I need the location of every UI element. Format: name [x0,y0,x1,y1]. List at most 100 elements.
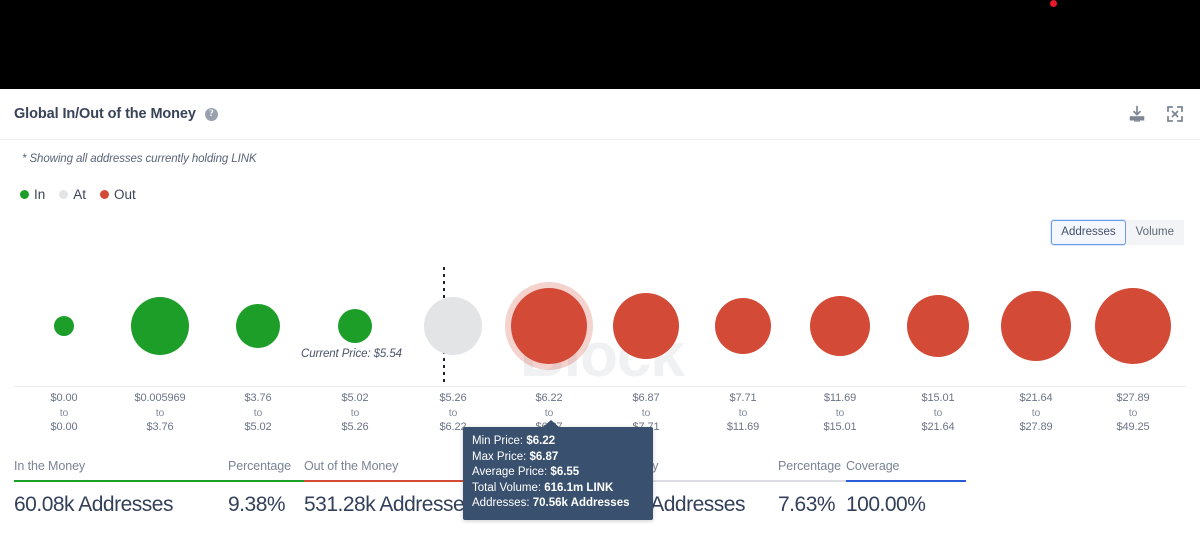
download-icon[interactable] [1128,105,1146,123]
x-label-to-word: to [59,406,69,419]
stat-label: In the Money [14,459,86,473]
current-price-line [443,267,445,385]
x-axis-label-10: $21.64 to $27.89 [981,391,1091,435]
x-label-from: $27.89 [1116,392,1150,404]
chart-note: * Showing all addresses currently holdin… [22,153,257,165]
x-label-to-word: to [1128,406,1138,419]
tooltip-row-min-price: Min Price: $6.22 [472,434,644,450]
legend-item-in[interactable]: In [20,187,45,202]
x-label-to: $3.76 [146,421,174,433]
stat-value: 60.08k Addresses [14,493,173,516]
x-label-to-word: to [253,406,263,419]
x-axis-label-3: $5.02 to $5.26 [300,391,410,435]
toggle-volume[interactable]: Volume [1125,220,1184,245]
stat-label: Percentage [228,459,291,473]
x-label-from: $21.64 [1019,392,1053,404]
toggle-addresses[interactable]: Addresses [1051,220,1126,245]
x-axis-line [14,386,1186,387]
legend-label-in: In [34,187,46,202]
x-label-to-word: to [544,406,554,419]
x-label-to: $27.89 [1019,421,1053,433]
tooltip-row-total-volume: Total Volume: 616.1m LINK [472,481,644,497]
stat-value: 9.38% [228,493,286,516]
x-label-to-word: to [155,406,165,419]
x-label-to: $15.01 [823,421,857,433]
bubble-out-11[interactable] [1095,288,1171,364]
notification-dot-icon [1050,0,1057,7]
legend-item-at[interactable]: At [59,187,86,202]
question-mark-icon[interactable]: ? [204,107,218,121]
bubble-out-9[interactable] [907,295,969,357]
bubble-in-1[interactable] [131,297,189,355]
x-label-to-word: to [448,406,458,419]
chart-legend: In At Out [20,187,146,202]
x-label-to: $21.64 [921,421,955,433]
x-axis-label-8: $11.69 to $15.01 [785,391,895,435]
bubble-out-8[interactable] [810,296,870,356]
tooltip-row-average-price: Average Price: $6.55 [472,465,644,481]
bubble-in-3[interactable] [338,309,372,343]
stat-value: 100.00% [846,493,926,516]
bubble-in-0[interactable] [54,316,74,336]
x-label-from: $5.02 [341,392,369,404]
x-label-from: $0.005969 [134,392,186,404]
tooltip-key: Max Price: [472,450,530,463]
tooltip-key: Total Volume: [472,481,545,494]
bubble-tooltip: Min Price: $6.22 Max Price: $6.87 Averag… [463,420,653,520]
x-label-from: $6.87 [632,392,660,404]
chart-card: Global In/Out of the Money ? * Showing a… [0,89,1200,546]
x-label-from: $3.76 [244,392,272,404]
current-price-label: Current Price: $5.54 [301,348,402,360]
x-label-to-word: to [738,406,748,419]
bubble-out-5[interactable] [511,288,587,364]
tooltip-row-max-price: Max Price: $6.87 [472,450,644,466]
bubble-out-7[interactable] [715,298,771,354]
bubble-at-4[interactable] [424,297,482,355]
legend-item-out[interactable]: Out [100,187,136,202]
legend-label-at: At [73,187,87,202]
x-label-from: $7.71 [729,392,757,404]
expand-icon[interactable] [1166,105,1184,123]
stat-label: Percentage [778,459,841,473]
stat-label: Coverage [846,459,900,473]
x-axis-label-11: $27.89 to $49.25 [1078,391,1188,435]
x-label-from: $5.26 [439,392,467,404]
x-axis-label-0: $0.00 to $0.00 [9,391,119,435]
tooltip-key: Average Price: [472,466,551,479]
tooltip-value: $6.22 [526,435,556,447]
tooltip-value: 616.1m LINK [544,481,614,494]
x-label-to: $5.26 [341,421,369,433]
tooltip-key: Addresses: [472,497,533,510]
tooltip-value: $6.87 [529,450,559,463]
x-label-to-word: to [933,406,943,419]
x-label-to-word: to [1031,406,1041,419]
bubble-in-2[interactable] [236,304,280,348]
x-axis-label-1: $0.005969 to $3.76 [105,391,215,435]
metric-toggle-group: Addresses Volume [1051,220,1184,245]
bubble-out-10[interactable] [1001,291,1071,361]
stat-coverage-6: Coverage 100.00% [846,459,966,517]
legend-label-out: Out [114,187,136,202]
x-label-from: $15.01 [921,392,955,404]
x-axis-label-2: $3.76 to $5.02 [203,391,313,435]
stat-value: 7.63% [778,493,836,516]
top-black-bar [0,0,1200,89]
x-label-to: $11.69 [726,421,760,433]
stat-in-the-money-0: In the Money 60.08k Addresses [14,459,228,517]
x-axis-label-7: $7.71 to $11.69 [688,391,798,435]
x-label-to-word: to [835,406,845,419]
x-label-to: $0.00 [50,421,78,433]
header-actions [1128,89,1184,139]
tooltip-value: $6.55 [550,466,580,479]
tooltip-value: 70.56k Addresses [532,497,630,510]
x-label-from: $0.00 [50,392,78,404]
x-label-from: $6.22 [535,392,563,404]
card-header: Global In/Out of the Money ? [0,89,1200,140]
page-title: Global In/Out of the Money [14,106,196,122]
legend-dot-in [20,190,29,199]
stat-percentage-5: Percentage 7.63% [778,459,846,517]
x-label-to-word: to [641,406,651,419]
tooltip-row-addresses: Addresses: 70.56k Addresses [472,496,644,512]
x-axis-label-9: $15.01 to $21.64 [883,391,993,435]
bubble-out-6[interactable] [613,293,679,359]
